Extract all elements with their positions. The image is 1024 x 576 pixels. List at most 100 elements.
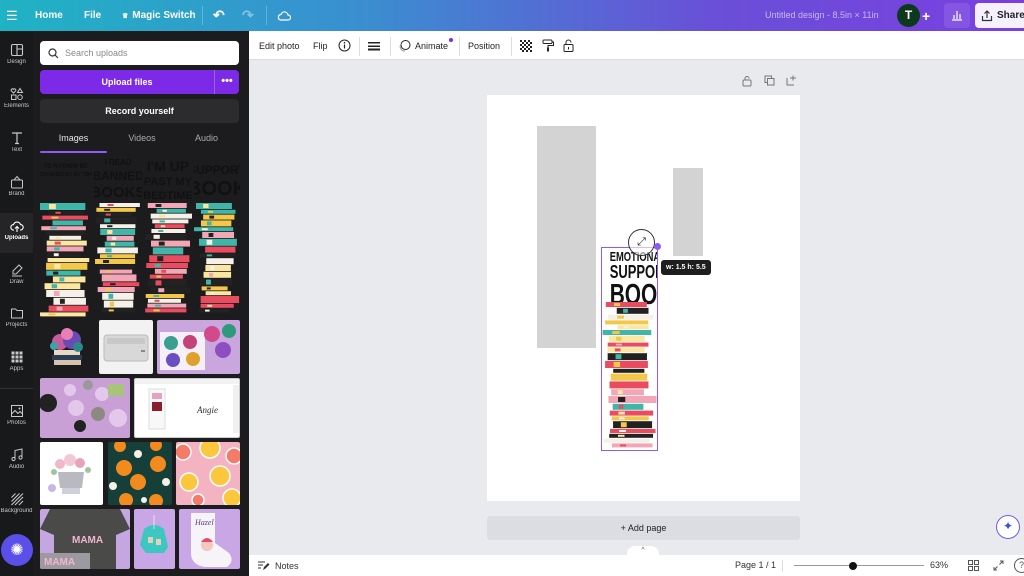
zoom-percent[interactable]: 63% — [930, 555, 948, 576]
rail-item-elements[interactable]: Elements — [0, 81, 33, 121]
rail-item-apps[interactable]: Apps — [0, 344, 33, 384]
book-spine — [605, 302, 647, 307]
upload-thumbnail[interactable]: Angie — [134, 378, 240, 438]
search-input[interactable]: Search uploads — [40, 41, 239, 65]
hamburger-icon[interactable]: ☰ — [6, 0, 18, 31]
plus-icon[interactable]: + — [922, 0, 930, 31]
cloud-sync-icon[interactable] — [277, 0, 291, 31]
upload-thumbnail[interactable]: I'M UP PAST MY BEDTIME — [144, 159, 192, 317]
tab-images[interactable]: Images — [40, 133, 107, 151]
book-band — [209, 272, 214, 277]
home-button[interactable]: Home — [35, 0, 63, 31]
notes-button[interactable]: Notes — [258, 555, 299, 576]
lock-icon[interactable] — [563, 31, 574, 60]
book-band — [156, 275, 162, 278]
book-spine — [146, 263, 188, 268]
placeholder-rectangle[interactable] — [537, 126, 596, 348]
upload-thumbnail[interactable]: I'D RATHER BE CRUSHED BY MY TBR — [40, 159, 92, 317]
book-band — [105, 288, 111, 291]
upload-thumbnail[interactable]: SUPPORT BOOK — [194, 159, 240, 317]
upload-thumbnail[interactable] — [99, 320, 153, 374]
tab-audio[interactable]: Audio — [173, 133, 240, 151]
fullscreen-icon[interactable] — [993, 560, 1004, 573]
bottom-bar: Notes Page 1 / 1 63% ? — [249, 555, 1024, 576]
page-indicator[interactable]: Page 1 / 1 — [735, 555, 776, 576]
zoom-slider-knob[interactable] — [848, 561, 857, 570]
magic-button[interactable]: ✺ — [1, 534, 33, 566]
rail-item-design[interactable]: Design — [0, 37, 33, 77]
bar-chart-icon[interactable] — [944, 3, 970, 28]
record-yourself-button[interactable]: Record yourself — [40, 99, 239, 123]
rail-item-audio[interactable]: Audio — [0, 442, 33, 482]
upload-thumbnail[interactable] — [40, 320, 95, 374]
rotate-handle[interactable]: ⤢ — [628, 229, 655, 256]
upload-files-button[interactable]: Upload files — [40, 70, 214, 94]
search-placeholder: Search uploads — [65, 48, 128, 58]
document-title[interactable]: Untitled design - 8.5in × 11in — [765, 0, 879, 31]
folder-icon — [10, 308, 23, 319]
transparency-icon[interactable] — [520, 31, 532, 60]
book-spine — [608, 335, 645, 342]
book-spine — [151, 229, 186, 233]
book-band — [619, 430, 626, 432]
upload-thumbnail[interactable] — [40, 378, 130, 438]
upload-thumbnail[interactable] — [108, 442, 172, 505]
magic-switch-button[interactable]: ♛ Magic Switch — [122, 0, 196, 31]
magic-assistant-button[interactable]: ✦ — [996, 515, 1020, 539]
book-spine — [46, 262, 88, 270]
rail-item-background[interactable]: Background — [0, 486, 33, 526]
duplicate-page-icon[interactable] — [764, 75, 776, 87]
book-spine — [145, 294, 185, 298]
redo-icon[interactable]: ↷ — [242, 0, 254, 31]
book-band — [105, 265, 111, 268]
rail-item-projects[interactable]: Projects — [0, 300, 33, 340]
selected-image-element[interactable]: EMOTIONAL SUPPORT BOOK — [601, 247, 658, 451]
more-options-button[interactable]: ••• — [214, 70, 239, 94]
share-button[interactable]: Share — [975, 3, 1024, 28]
flip-button[interactable]: Flip — [313, 31, 328, 60]
book-band — [110, 283, 116, 286]
book-band — [154, 299, 160, 302]
paint-roller-icon[interactable] — [542, 31, 554, 60]
add-page-button[interactable]: + Add page — [487, 516, 800, 540]
upload-thumbnail[interactable]: Hazel — [179, 509, 240, 569]
add-page-icon[interactable] — [786, 75, 798, 87]
info-icon[interactable] — [338, 31, 351, 60]
upload-thumbnail[interactable] — [176, 442, 240, 505]
file-menu[interactable]: File — [84, 0, 101, 31]
book-band — [154, 264, 161, 267]
tab-videos[interactable]: Videos — [107, 133, 177, 151]
rail-item-draw[interactable]: Draw — [0, 257, 33, 297]
position-button[interactable]: Position — [468, 31, 500, 60]
upload-thumbnail[interactable]: I READ BANNED BOOKS — [94, 159, 142, 317]
book-spine — [100, 229, 136, 235]
rail-item-photos[interactable]: Photos — [0, 398, 33, 438]
rail-item-brand[interactable]: Brand — [0, 169, 33, 209]
rail-item-uploads[interactable]: Uploads — [0, 213, 33, 253]
upload-cloud-icon — [9, 221, 24, 232]
show-pages-toggle[interactable]: ^ — [627, 546, 659, 555]
book-band — [207, 210, 214, 213]
svg-text:CRUSHED BY MY TBR: CRUSHED BY MY TBR — [40, 172, 92, 178]
upload-thumbnail[interactable] — [134, 509, 175, 569]
design-page[interactable]: EMOTIONAL SUPPORT BOOK ⤢ w: 1.5 h: 5.5 — [487, 95, 800, 501]
edit-photo-button[interactable]: Edit photo — [259, 31, 300, 60]
upload-thumbnail[interactable]: MAMA MAMA — [40, 509, 130, 569]
divider — [266, 6, 267, 25]
book-band — [50, 227, 57, 230]
undo-icon[interactable]: ↶ — [213, 0, 225, 31]
animate-button[interactable]: Animate — [398, 31, 454, 60]
help-icon[interactable]: ? — [1014, 558, 1024, 573]
placeholder-rectangle[interactable] — [673, 168, 703, 256]
upload-thumbnail[interactable] — [40, 442, 103, 505]
resize-handle[interactable] — [654, 243, 661, 250]
avatar[interactable]: T — [897, 4, 920, 27]
rail-label: Projects — [5, 322, 28, 328]
book-band — [158, 241, 165, 246]
rail-item-text[interactable]: Text — [0, 125, 33, 165]
lock-page-icon[interactable] — [742, 75, 754, 87]
border-style-icon[interactable] — [368, 31, 380, 60]
upload-thumbnail[interactable] — [157, 320, 240, 374]
grid-view-icon[interactable] — [968, 560, 979, 573]
zoom-slider[interactable] — [794, 561, 924, 570]
